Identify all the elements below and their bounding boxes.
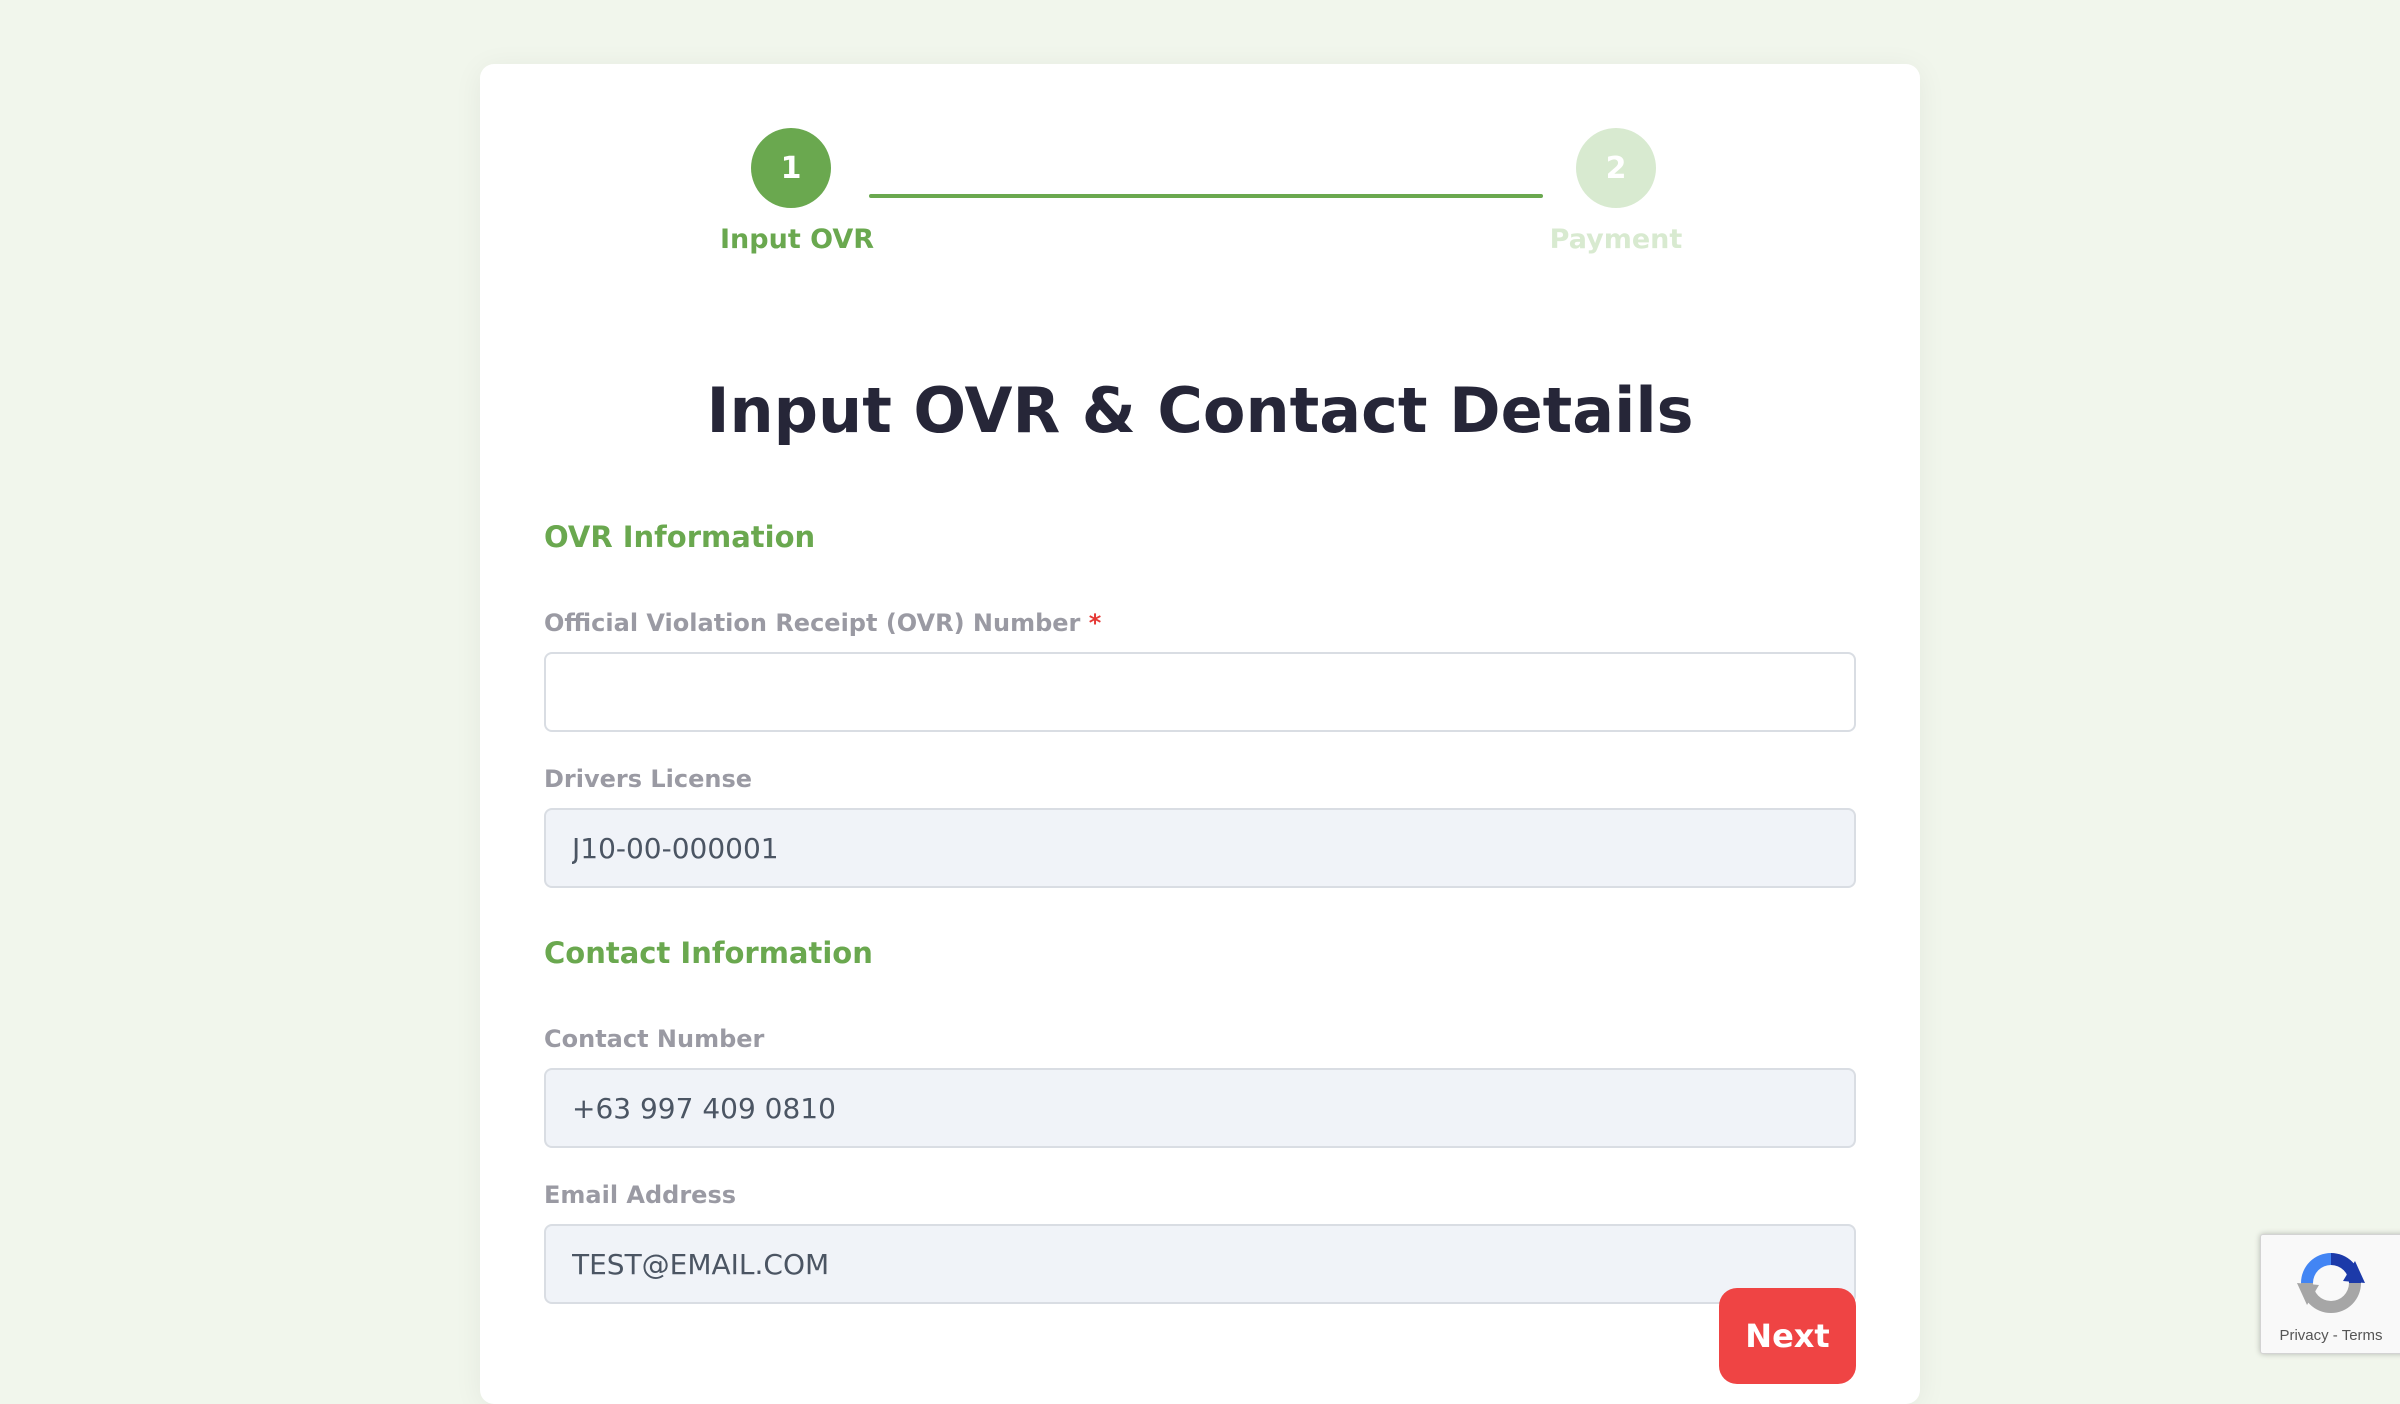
page-title: Input OVR & Contact Details bbox=[706, 374, 1694, 447]
contact-number-input[interactable] bbox=[544, 1068, 1856, 1148]
contact-section-heading: Contact Information bbox=[544, 936, 873, 970]
form-card: 1 2 Input OVR Payment Input OVR & Contac… bbox=[480, 64, 1920, 1404]
ovr-number-input[interactable] bbox=[544, 652, 1856, 732]
step-1-number: 1 bbox=[780, 150, 802, 186]
email-address-label: Email Address bbox=[544, 1181, 737, 1209]
next-button[interactable]: Next bbox=[1719, 1288, 1856, 1384]
recaptcha-links: Privacy - Terms bbox=[2261, 1327, 2400, 1344]
step-connector-line bbox=[869, 194, 1543, 198]
link-separator: - bbox=[2328, 1327, 2342, 1344]
ovr-number-label: Official Violation Receipt (OVR) Number … bbox=[544, 609, 1101, 637]
contact-number-label: Contact Number bbox=[544, 1025, 765, 1053]
step-1-label: Input OVR bbox=[720, 224, 875, 255]
step-2-number: 2 bbox=[1605, 150, 1627, 186]
drivers-license-input[interactable] bbox=[544, 808, 1856, 888]
step-2-label: Payment bbox=[1549, 224, 1683, 255]
recaptcha-icon bbox=[2297, 1253, 2365, 1313]
ovr-section-heading: OVR Information bbox=[544, 520, 816, 554]
step-2-indicator: 2 bbox=[1576, 128, 1656, 208]
privacy-link[interactable]: Privacy bbox=[2279, 1327, 2328, 1344]
ovr-number-label-text: Official Violation Receipt (OVR) Number bbox=[544, 609, 1081, 637]
email-address-input[interactable] bbox=[544, 1224, 1856, 1304]
recaptcha-badge[interactable]: Privacy - Terms bbox=[2260, 1234, 2400, 1354]
required-indicator: * bbox=[1088, 609, 1102, 637]
drivers-license-label: Drivers License bbox=[544, 765, 753, 793]
terms-link[interactable]: Terms bbox=[2342, 1327, 2383, 1344]
step-1-indicator: 1 bbox=[751, 128, 831, 208]
